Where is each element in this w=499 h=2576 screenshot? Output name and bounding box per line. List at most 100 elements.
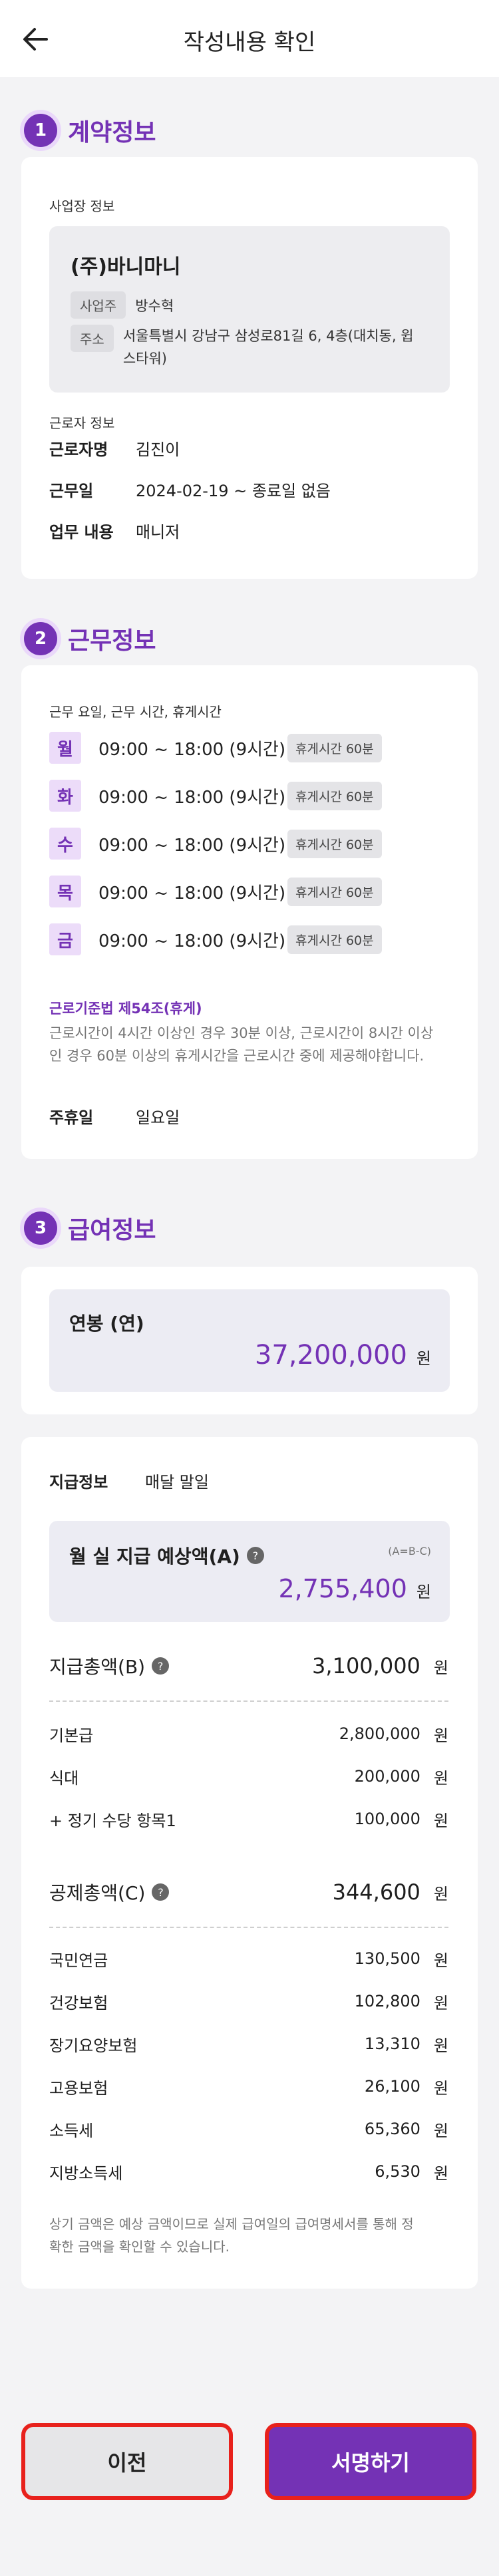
weekly-holiday: 일요일: [136, 1108, 180, 1127]
work-time: 09:00 ~ 18:00 (9시간): [98, 883, 286, 903]
step-number: 2: [24, 622, 57, 655]
law-line: 근로시간이 4시간 이상인 경우 30분 이상, 근로시간이 8시간 이상: [49, 1025, 434, 1041]
work-time: 09:00 ~ 18:00 (9시간): [98, 739, 286, 760]
law-title: 근로기준법 제54조(휴게): [49, 1001, 202, 1017]
work-card: 근무 요일, 근무 시간, 휴게시간 월 09:00 ~ 18:00 (9시간)…: [21, 665, 478, 1159]
work-time: 09:00 ~ 18:00 (9시간): [98, 835, 286, 856]
deduction-item-name: 장기요양보험: [49, 2036, 138, 2055]
work-time: 09:00 ~ 18:00 (9시간): [98, 931, 286, 951]
section-title: 근무정보: [68, 627, 156, 655]
work-date-row: 근무일 2024-02-19 ~ 종료일 없음: [49, 478, 331, 501]
schedule-row: 수 09:00 ~ 18:00 (9시간) 휴게시간 60분: [49, 828, 382, 860]
deduction-item-value: 26,100: [364, 2077, 420, 2096]
job-description: 매니저: [136, 523, 180, 542]
divider: [49, 1700, 448, 1702]
deduction-row: 공제총액(C) ? 344,600 원: [49, 1876, 448, 1908]
weekday-badge: 월: [49, 732, 81, 764]
pay-item-name: + 정기 수당 항목1: [49, 1811, 176, 1830]
pay-item-name: 식대: [49, 1768, 79, 1788]
deduction-item-name: 지방소득세: [49, 2164, 123, 2183]
break-time-tag: 휴게시간 60분: [287, 781, 382, 810]
net-pay-value: 2,755,400: [278, 1574, 407, 1603]
currency-unit: 원: [433, 2164, 448, 2183]
currency-unit: 원: [416, 1349, 431, 1368]
break-time-tag: 휴게시간 60분: [287, 829, 382, 858]
business-info-box: (주)바니마니 사업주 방수혁 주소 서울특별시 강남구 삼성로81길 6, 4…: [49, 226, 450, 393]
pay-item-value: 100,000: [354, 1810, 420, 1828]
field-key: 업무 내용: [49, 523, 114, 542]
step-number: 3: [24, 1211, 57, 1245]
currency-unit: 원: [433, 2078, 448, 2098]
pay-date: 매달 말일: [145, 1473, 209, 1492]
schedule-row: 월 09:00 ~ 18:00 (9시간) 휴게시간 60분: [49, 732, 382, 764]
help-icon[interactable]: ?: [246, 1547, 264, 1564]
deduction-item-row: 지방소득세 6,530 원: [49, 2157, 448, 2186]
weekday-badge: 수: [49, 828, 81, 860]
deduction-item-row: 국민연금 130,500 원: [49, 1944, 448, 1973]
gross-pay-label: 지급총액(B): [49, 1656, 146, 1678]
deduction-item-row: 건강보험 102,800 원: [49, 1987, 448, 2016]
weekday-badge: 목: [49, 876, 81, 907]
help-icon[interactable]: ?: [152, 1883, 170, 1901]
gross-pay-value: 3,100,000: [312, 1653, 420, 1679]
schedule-row: 목 09:00 ~ 18:00 (9시간) 휴게시간 60분: [49, 876, 382, 907]
deduction-label: 공제총액(C): [49, 1882, 146, 1904]
weekday-badge: 화: [49, 780, 81, 812]
notice-line: 확한 금액을 확인할 수 있습니다.: [49, 2239, 230, 2255]
address-line: 서울특별시 강남구 삼성로81길 6, 4층(대치동, 윕: [122, 328, 414, 344]
currency-unit: 원: [433, 1884, 448, 1903]
job-row: 업무 내용 매니저: [49, 519, 180, 542]
divider: [49, 1927, 448, 1928]
prev-button[interactable]: 이전: [21, 2423, 233, 2500]
pay-item-value: 200,000: [354, 1767, 420, 1786]
worker-info-label: 근로자 정보: [49, 415, 115, 431]
currency-unit: 원: [433, 1726, 448, 1745]
section-header-contract: 1 계약정보: [24, 113, 156, 148]
deduction-item-value: 65,360: [364, 2120, 420, 2138]
notice-line: 상기 금액은 예상 금액이므로 실제 급여일의 급여명세서를 통해 정: [49, 2216, 414, 2232]
field-key: 근로자명: [49, 440, 108, 459]
step-number: 1: [24, 114, 57, 147]
top-app-bar: 작성내용 확인: [0, 0, 499, 77]
deduction-item-value: 102,800: [354, 1992, 420, 2011]
deduction-item-value: 6,530: [375, 2162, 420, 2181]
currency-unit: 원: [433, 2036, 448, 2055]
schedule-row: 금 09:00 ~ 18:00 (9시간) 휴게시간 60분: [49, 923, 382, 955]
pay-item-name: 기본급: [49, 1726, 94, 1745]
section-header-pay: 3 급여정보: [24, 1211, 156, 1245]
worker-name-row: 근로자명 김진이: [49, 436, 180, 460]
schedule-row: 화 09:00 ~ 18:00 (9시간) 휴게시간 60분: [49, 780, 382, 812]
field-key: 근무일: [49, 482, 94, 500]
weekday-badge: 금: [49, 923, 81, 955]
sign-button[interactable]: 서명하기: [265, 2423, 476, 2500]
work-time: 09:00 ~ 18:00 (9시간): [98, 787, 286, 808]
section-title: 급여정보: [68, 1217, 156, 1244]
deduction-value: 344,600: [332, 1879, 420, 1905]
work-date: 2024-02-19 ~ 종료일 없음: [136, 482, 331, 500]
business-info-label: 사업장 정보: [49, 198, 115, 214]
pay-info-row: 지급정보 매달 말일: [49, 1469, 209, 1492]
page-title: 작성내용 확인: [183, 29, 316, 56]
currency-unit: 원: [433, 1951, 448, 1970]
currency-unit: 원: [433, 2121, 448, 2140]
net-pay-label: 월 실 지급 예상액(A): [69, 1545, 240, 1567]
law-line: 인 경우 60분 이상의 휴게시간을 근로시간 중에 제공해야합니다.: [49, 1048, 424, 1064]
deduction-item-row: 장기요양보험 13,310 원: [49, 2029, 448, 2058]
pay-item-row: 식대 200,000 원: [49, 1762, 448, 1791]
business-name: (주)바니마니: [71, 255, 181, 279]
net-pay-box: 월 실 지급 예상액(A) ? (A=B-C) 2,755,400 원: [49, 1521, 450, 1622]
break-time-tag: 휴게시간 60분: [287, 733, 382, 762]
deduction-item-row: 소득세 65,360 원: [49, 2114, 448, 2144]
help-icon[interactable]: ?: [152, 1657, 170, 1675]
currency-unit: 원: [433, 1811, 448, 1830]
deduction-item-name: 고용보험: [49, 2078, 108, 2098]
deduction-item-row: 고용보험 26,100 원: [49, 2072, 448, 2101]
deduction-item-name: 국민연금: [49, 1951, 108, 1970]
net-pay-formula: (A=B-C): [388, 1545, 431, 1557]
gross-pay-row: 지급총액(B) ? 3,100,000 원: [49, 1650, 448, 1682]
currency-unit: 원: [416, 1583, 431, 1601]
address-tag: 주소: [71, 325, 114, 352]
annual-salary-value: 37,200,000: [254, 1340, 407, 1370]
weekly-holiday-row: 주휴일 일요일: [49, 1104, 180, 1128]
break-time-tag: 휴게시간 60분: [287, 925, 382, 954]
